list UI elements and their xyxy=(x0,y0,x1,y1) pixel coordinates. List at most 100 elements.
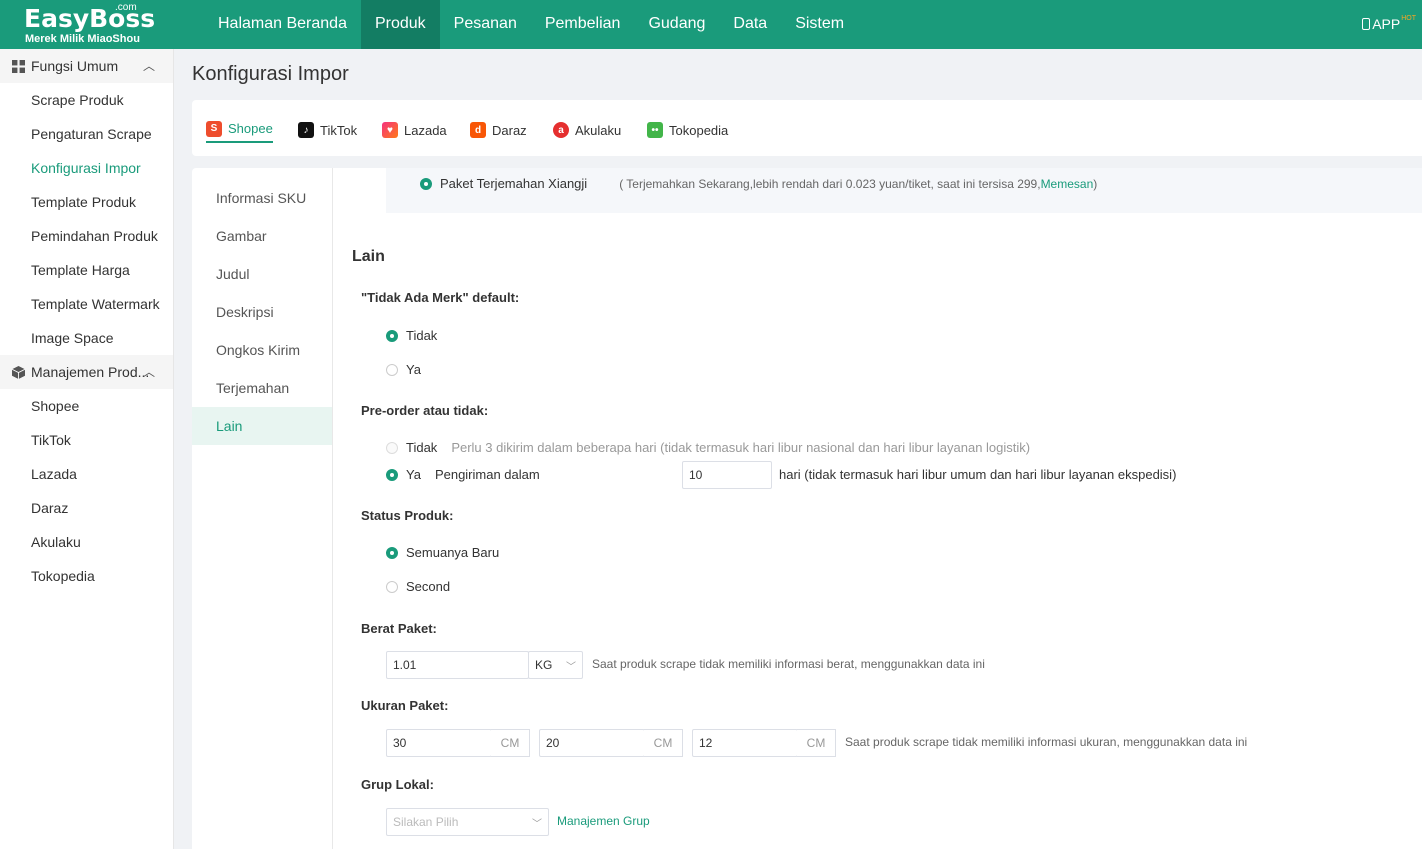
platform-tabs: S Shopee ♪ TikTok ♥ Lazada d Daraz a Aku… xyxy=(192,100,1422,156)
sidebar-item-scrape-produk[interactable]: Scrape Produk xyxy=(0,83,173,117)
radio-dot xyxy=(386,546,398,559)
radio-dot xyxy=(386,441,398,454)
translation-package-box: Paket Terjemahan Xiangji ( Terjemahkan S… xyxy=(386,168,1422,213)
order-link[interactable]: Memesan xyxy=(1041,177,1094,191)
translation-package-radio[interactable]: Paket Terjemahan Xiangji xyxy=(420,176,587,191)
phone-icon xyxy=(1362,18,1371,30)
sidebar-item-lazada[interactable]: Lazada xyxy=(0,457,173,491)
radio-dot xyxy=(386,468,398,481)
weight-input[interactable]: 1.01 xyxy=(386,651,529,679)
subnav-other[interactable]: Lain xyxy=(192,407,332,445)
tab-tiktok[interactable]: ♪ TikTok xyxy=(298,118,357,142)
sidebar-item-image-space[interactable]: Image Space xyxy=(0,321,173,355)
nav-orders[interactable]: Pesanan xyxy=(440,0,531,49)
app-label: APP xyxy=(1372,16,1401,32)
translation-option-row: Paket Terjemahan Xiangji ( Terjemahkan S… xyxy=(420,176,1097,191)
height-input[interactable]: 12 xyxy=(692,729,798,757)
preorder-label: Pre-order atau tidak: xyxy=(361,403,489,418)
tab-label: TikTok xyxy=(320,122,358,138)
weight-description: Saat produk scrape tidak memiliki inform… xyxy=(592,657,985,671)
sidebar-item-akulaku[interactable]: Akulaku xyxy=(0,525,173,559)
width-unit: CM xyxy=(644,729,683,757)
radio-label: Second xyxy=(406,579,451,594)
radio-dot xyxy=(386,580,398,593)
width-input[interactable]: 20 xyxy=(539,729,645,757)
box-icon xyxy=(12,365,25,379)
tab-tokopedia[interactable]: •• Tokopedia xyxy=(647,118,728,142)
sidebar-group-common[interactable]: Fungsi Umum ︿ xyxy=(0,49,173,83)
section-title: Lain xyxy=(352,248,385,265)
nav-data[interactable]: Data xyxy=(719,0,781,49)
sidebar-item-tiktok[interactable]: TikTok xyxy=(0,423,173,457)
height-unit: CM xyxy=(797,729,836,757)
sidebar: Fungsi Umum ︿ Scrape Produk Pengaturan S… xyxy=(0,49,174,849)
main-nav: Halaman Beranda Produk Pesanan Pembelian… xyxy=(204,0,858,49)
subnav-images[interactable]: Gambar xyxy=(192,217,332,255)
akulaku-icon: a xyxy=(553,122,569,138)
sidebar-item-pemindahan-produk[interactable]: Pemindahan Produk xyxy=(0,219,173,253)
tab-akulaku[interactable]: a Akulaku xyxy=(553,118,621,142)
no-brand-label: "Tidak Ada Merk" default: xyxy=(361,290,520,305)
sidebar-group-label: Fungsi Umum xyxy=(31,58,119,74)
status-radio-second[interactable]: Second xyxy=(386,579,450,594)
subnav-translation[interactable]: Terjemahan xyxy=(192,369,332,407)
size-label: Ukuran Paket: xyxy=(361,698,449,713)
length-unit: CM xyxy=(491,729,530,757)
product-status-label: Status Produk: xyxy=(361,508,454,523)
tab-label: Lazada xyxy=(404,122,447,138)
tab-label: Tokopedia xyxy=(669,122,729,138)
nav-home[interactable]: Halaman Beranda xyxy=(204,0,361,49)
hot-badge: HOT xyxy=(1401,14,1416,22)
tiktok-icon: ♪ xyxy=(298,122,314,138)
length-input[interactable]: 30 xyxy=(386,729,492,757)
lazada-icon: ♥ xyxy=(382,122,398,138)
radio-dot xyxy=(386,329,398,342)
nav-warehouse[interactable]: Gudang xyxy=(634,0,719,49)
sidebar-item-konfigurasi-impor[interactable]: Konfigurasi Impor xyxy=(0,151,173,185)
logo[interactable]: EasyBoss .com Merek Milik MiaoShou xyxy=(24,2,174,48)
sidebar-group-product-management[interactable]: Manajemen Prod... ︿ xyxy=(0,355,173,389)
sidebar-item-daraz[interactable]: Daraz xyxy=(0,491,173,525)
config-form: Paket Terjemahan Xiangji ( Terjemahkan S… xyxy=(333,168,1422,849)
no-brand-radio-no[interactable]: Tidak xyxy=(386,328,437,343)
logo-tagline: Merek Milik MiaoShou xyxy=(25,33,140,45)
subnav-sku-info[interactable]: Informasi SKU xyxy=(192,179,332,217)
weight-unit-value: KG xyxy=(535,658,553,672)
sidebar-item-template-produk[interactable]: Template Produk xyxy=(0,185,173,219)
config-subnav: Informasi SKU Gambar Judul Deskripsi Ong… xyxy=(192,168,333,849)
config-panel: Informasi SKU Gambar Judul Deskripsi Ong… xyxy=(192,168,1422,849)
chevron-up-icon: ︿ xyxy=(142,59,155,73)
preorder-days-input[interactable]: 10 xyxy=(682,461,772,489)
subnav-shipping[interactable]: Ongkos Kirim xyxy=(192,331,332,369)
radio-label: Semuanya Baru xyxy=(406,545,500,560)
radio-dot xyxy=(386,363,398,376)
sidebar-item-template-harga[interactable]: Template Harga xyxy=(0,253,173,287)
subnav-title[interactable]: Judul xyxy=(192,255,332,293)
subnav-description[interactable]: Deskripsi xyxy=(192,293,332,331)
group-management-link[interactable]: Manajemen Grup xyxy=(557,814,650,828)
nav-purchases[interactable]: Pembelian xyxy=(531,0,635,49)
sidebar-item-tokopedia[interactable]: Tokopedia xyxy=(0,559,173,593)
nav-system[interactable]: Sistem xyxy=(781,0,858,49)
sidebar-item-pengaturan-scrape[interactable]: Pengaturan Scrape xyxy=(0,117,173,151)
logo-com: .com xyxy=(115,2,137,13)
tab-shopee[interactable]: S Shopee xyxy=(206,118,273,143)
preorder-radio-no[interactable]: Tidak Perlu 3 dikirim dalam beberapa har… xyxy=(386,440,1030,455)
preorder-radio-yes[interactable]: Ya Pengiriman dalam xyxy=(386,467,540,482)
weight-unit-select[interactable]: KG ﹀ xyxy=(528,651,583,679)
size-description: Saat produk scrape tidak memiliki inform… xyxy=(845,735,1248,749)
radio-label: Ya xyxy=(406,467,421,482)
nav-products[interactable]: Produk xyxy=(360,0,440,49)
tab-label: Daraz xyxy=(492,122,527,138)
status-radio-new[interactable]: Semuanya Baru xyxy=(386,545,499,560)
app-download-link[interactable]: APP HOT xyxy=(1362,14,1416,32)
sidebar-item-template-watermark[interactable]: Template Watermark xyxy=(0,287,173,321)
local-group-select[interactable]: Silakan Pilih ﹀ xyxy=(386,808,549,836)
tab-daraz[interactable]: d Daraz xyxy=(470,118,527,142)
shopee-icon: S xyxy=(206,120,222,137)
no-brand-radio-yes[interactable]: Ya xyxy=(386,362,421,377)
tab-lazada[interactable]: ♥ Lazada xyxy=(382,118,447,142)
sidebar-item-shopee[interactable]: Shopee xyxy=(0,389,173,423)
radio-label: Tidak xyxy=(406,440,438,455)
translation-package-label: Paket Terjemahan Xiangji xyxy=(440,176,588,191)
